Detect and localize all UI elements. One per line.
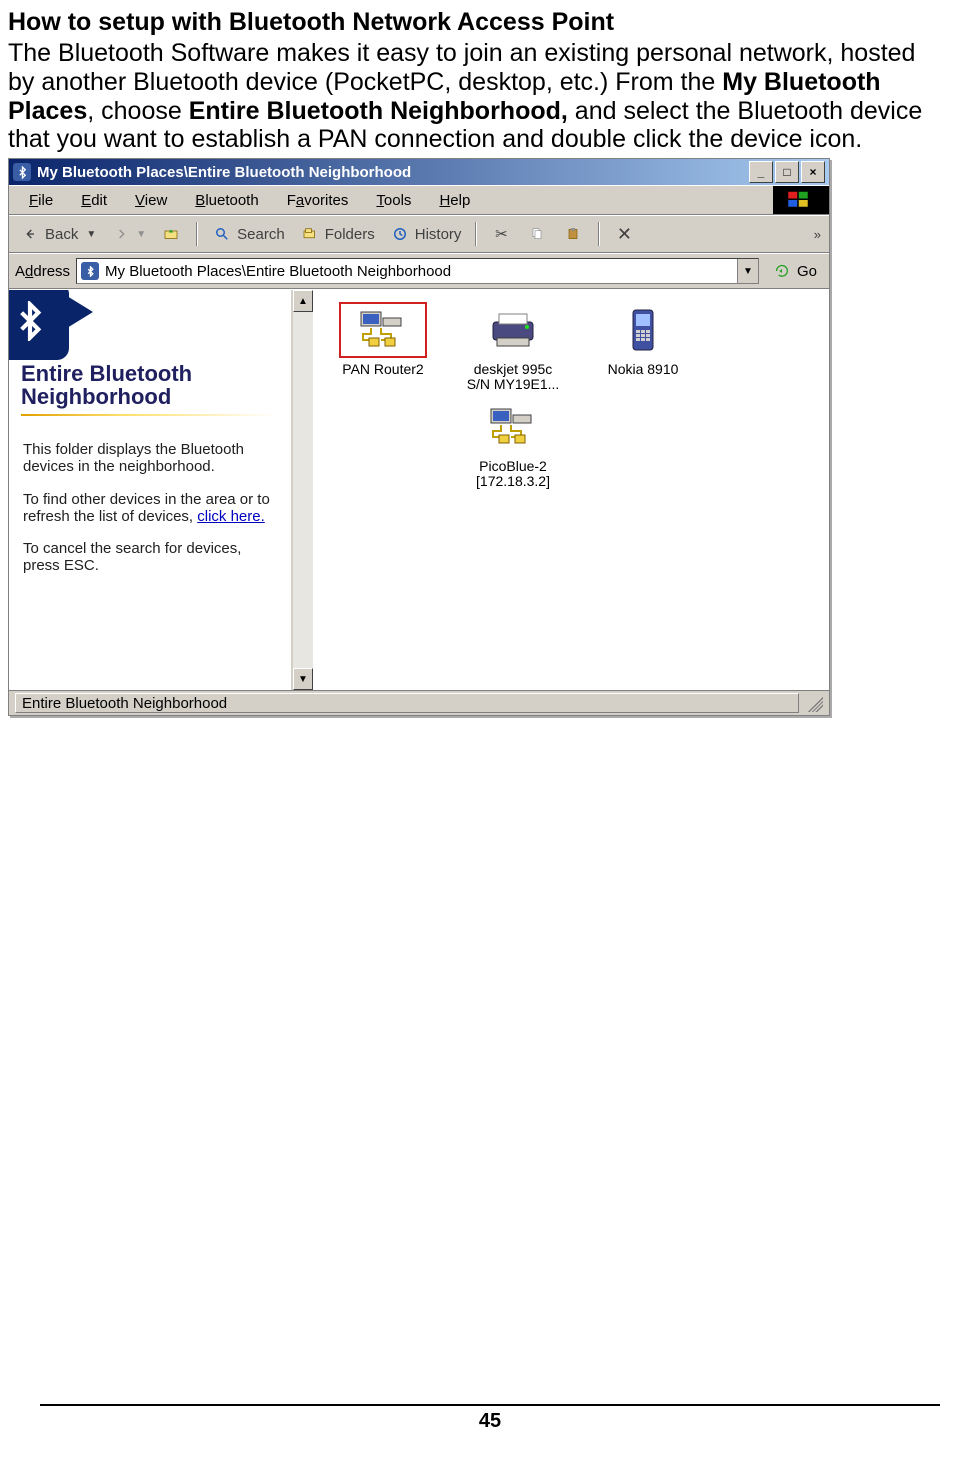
folders-button[interactable]: Folders bbox=[295, 222, 379, 246]
explorer-window: My Bluetooth Places\Entire Bluetooth Nei… bbox=[8, 158, 830, 716]
folders-label: Folders bbox=[325, 226, 375, 243]
device-label: PAN Router2 bbox=[323, 362, 443, 377]
info-panel-p3: To cancel the search for devices, press … bbox=[23, 540, 277, 575]
doc-para-text-2: , choose bbox=[87, 97, 188, 125]
history-button[interactable]: History bbox=[385, 222, 466, 246]
delete-icon: ✕ bbox=[613, 224, 635, 244]
menu-bluetooth[interactable]: Bluetooth bbox=[181, 188, 272, 213]
address-bar: Address My Bluetooth Places\Entire Bluet… bbox=[9, 253, 829, 289]
scroll-track[interactable] bbox=[293, 312, 313, 668]
device-pan-router2[interactable]: PAN Router2 bbox=[323, 302, 443, 393]
address-dropdown-icon[interactable]: ▼ bbox=[737, 259, 758, 283]
up-folder-icon bbox=[160, 224, 182, 244]
scrollbar[interactable]: ▲ ▼ bbox=[292, 290, 313, 690]
info-panel-divider bbox=[21, 414, 279, 416]
forward-arrow-icon bbox=[110, 224, 132, 244]
history-label: History bbox=[415, 226, 462, 243]
printer-icon bbox=[469, 302, 557, 358]
delete-button[interactable]: ✕ bbox=[609, 222, 639, 246]
history-icon bbox=[389, 224, 411, 244]
device-list-view[interactable]: PAN Router2 deskjet 995c bbox=[313, 290, 829, 690]
device-label: PicoBlue-2 [172.18.3.2] bbox=[453, 459, 573, 490]
bluetooth-large-icon bbox=[9, 290, 69, 360]
go-label: Go bbox=[797, 263, 817, 280]
scroll-up-button[interactable]: ▲ bbox=[293, 290, 313, 312]
menu-file[interactable]: File bbox=[15, 188, 67, 213]
menu-favorites[interactable]: Favorites bbox=[273, 188, 363, 213]
menu-view[interactable]: View bbox=[121, 188, 181, 213]
back-label: Back bbox=[45, 226, 78, 243]
title-bar[interactable]: My Bluetooth Places\Entire Bluetooth Nei… bbox=[9, 159, 829, 185]
doc-paragraph: The Bluetooth Software makes it easy to … bbox=[8, 39, 940, 154]
paste-button[interactable] bbox=[558, 222, 588, 246]
device-label: Nokia 8910 bbox=[583, 362, 703, 377]
phone-icon bbox=[599, 302, 687, 358]
folders-icon bbox=[299, 224, 321, 244]
minimize-button[interactable]: _ bbox=[749, 161, 773, 183]
device-deskjet[interactable]: deskjet 995c S/N MY19E1... bbox=[453, 302, 573, 393]
pan-device-icon bbox=[469, 399, 557, 455]
window-title: My Bluetooth Places\Entire Bluetooth Nei… bbox=[37, 164, 749, 181]
go-arrow-icon bbox=[771, 261, 793, 281]
device-label: deskjet 995c S/N MY19E1... bbox=[453, 362, 573, 393]
toolbar-overflow-icon[interactable]: » bbox=[814, 227, 821, 242]
maximize-button[interactable]: □ bbox=[775, 161, 799, 183]
back-button[interactable]: Back ▼ bbox=[15, 222, 100, 246]
back-dropdown-icon[interactable]: ▼ bbox=[86, 229, 96, 240]
toolbar-separator bbox=[196, 222, 197, 246]
cut-icon: ✂ bbox=[490, 224, 512, 244]
go-button[interactable]: Go bbox=[765, 261, 823, 281]
forward-dropdown-icon[interactable]: ▼ bbox=[136, 229, 146, 240]
client-area: Entire Bluetooth Neighborhood This folde… bbox=[9, 289, 829, 690]
forward-button[interactable]: ▼ bbox=[106, 222, 150, 246]
info-panel-p2: To find other devices in the area or to … bbox=[23, 491, 277, 526]
bluetooth-icon bbox=[81, 262, 99, 280]
device-nokia[interactable]: Nokia 8910 bbox=[583, 302, 703, 393]
menu-edit[interactable]: Edit bbox=[67, 188, 121, 213]
scroll-down-button[interactable]: ▼ bbox=[293, 668, 313, 690]
cut-button[interactable]: ✂ bbox=[486, 222, 516, 246]
pan-device-icon bbox=[339, 302, 427, 358]
address-field[interactable]: My Bluetooth Places\Entire Bluetooth Nei… bbox=[76, 258, 759, 284]
address-label: Address bbox=[15, 263, 70, 280]
menu-help[interactable]: Help bbox=[425, 188, 484, 213]
search-label: Search bbox=[237, 226, 285, 243]
page-number: 45 bbox=[40, 1404, 940, 1433]
info-panel-p1: This folder displays the Bluetooth devic… bbox=[23, 441, 277, 476]
up-button[interactable] bbox=[156, 222, 186, 246]
info-panel: Entire Bluetooth Neighborhood This folde… bbox=[9, 290, 292, 690]
click-here-link[interactable]: click here. bbox=[197, 508, 265, 525]
toolbar-separator bbox=[598, 222, 599, 246]
paste-icon bbox=[562, 224, 584, 244]
doc-para-bold-2: Entire Bluetooth Neighborhood, bbox=[189, 97, 568, 125]
doc-heading: How to setup with Bluetooth Network Acce… bbox=[8, 8, 940, 37]
device-picoblue[interactable]: PicoBlue-2 [172.18.3.2] bbox=[453, 399, 573, 490]
search-icon bbox=[211, 224, 233, 244]
copy-button[interactable] bbox=[522, 222, 552, 246]
bluetooth-icon bbox=[13, 163, 31, 181]
address-value: My Bluetooth Places\Entire Bluetooth Nei… bbox=[105, 263, 451, 280]
windows-flag-icon[interactable] bbox=[773, 186, 829, 214]
search-button[interactable]: Search bbox=[207, 222, 289, 246]
status-bar: Entire Bluetooth Neighborhood bbox=[9, 690, 829, 715]
menu-tools[interactable]: Tools bbox=[362, 188, 425, 213]
size-grip-icon[interactable] bbox=[803, 694, 823, 712]
copy-icon bbox=[526, 224, 548, 244]
status-text: Entire Bluetooth Neighborhood bbox=[15, 693, 799, 713]
toolbar: Back ▼ ▼ Search Folders History bbox=[9, 215, 829, 253]
toolbar-separator bbox=[475, 222, 476, 246]
back-arrow-icon bbox=[19, 224, 41, 244]
menu-bar: File Edit View Bluetooth Favorites Tools… bbox=[9, 185, 829, 215]
info-panel-title: Entire Bluetooth Neighborhood bbox=[9, 356, 291, 408]
close-button[interactable]: × bbox=[801, 161, 825, 183]
